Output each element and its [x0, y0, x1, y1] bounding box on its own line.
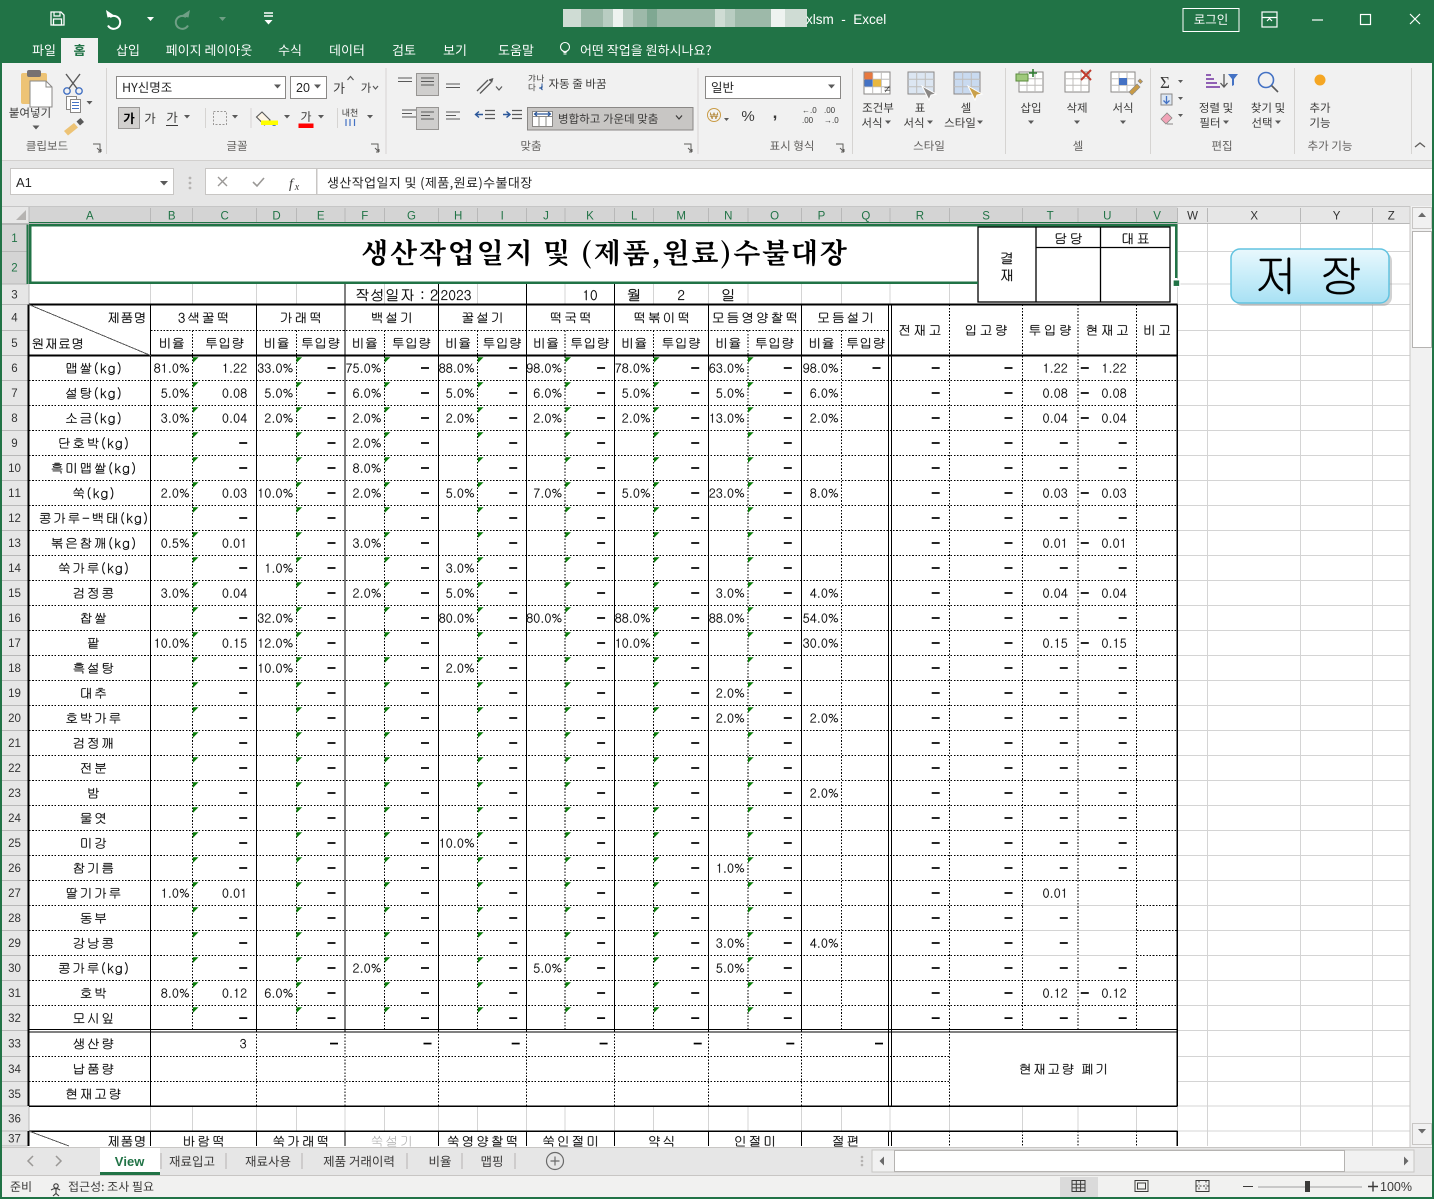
svg-text:J: J — [543, 211, 549, 223]
svg-text:H: H — [454, 211, 462, 223]
svg-text:33: 33 — [8, 1039, 21, 1051]
svg-text:1: 1 — [11, 233, 17, 245]
svg-text:→.0: →.0 — [824, 116, 839, 125]
svg-text:37: 37 — [8, 1134, 21, 1146]
svg-text:View: View — [115, 1154, 146, 1169]
svg-text:U: U — [1103, 211, 1111, 223]
svg-text:4: 4 — [11, 313, 18, 325]
svg-text:35: 35 — [8, 1089, 21, 1101]
svg-text:10: 10 — [8, 463, 21, 475]
svg-text:W: W — [1187, 211, 1198, 223]
svg-text:32: 32 — [8, 1013, 21, 1025]
svg-text:X: X — [1250, 211, 1258, 223]
svg-text:12: 12 — [8, 513, 21, 525]
svg-text:34: 34 — [8, 1064, 21, 1076]
svg-text:T: T — [1047, 211, 1054, 223]
svg-text:11: 11 — [8, 488, 21, 500]
svg-text:20: 20 — [8, 713, 21, 725]
svg-text:D: D — [272, 211, 280, 223]
svg-text:L: L — [631, 211, 638, 223]
svg-text:26: 26 — [8, 863, 21, 875]
svg-text:5: 5 — [11, 338, 17, 350]
svg-text:.00: .00 — [802, 116, 814, 125]
svg-text:28: 28 — [8, 913, 21, 925]
svg-text:N: N — [724, 211, 732, 223]
svg-text:≠: ≠ — [884, 82, 891, 96]
svg-text:9: 9 — [11, 438, 17, 450]
svg-text:Q: Q — [861, 211, 870, 223]
svg-text:2: 2 — [11, 263, 17, 275]
svg-text:24: 24 — [8, 813, 21, 825]
svg-text:6: 6 — [11, 363, 17, 375]
svg-text:22: 22 — [8, 763, 21, 775]
svg-text:C: C — [221, 211, 229, 223]
svg-text:30: 30 — [8, 963, 21, 975]
svg-text:3: 3 — [11, 289, 17, 301]
svg-text:V: V — [1153, 211, 1161, 223]
svg-text:29: 29 — [8, 938, 21, 950]
svg-text:Σ: Σ — [1160, 73, 1170, 92]
svg-text:13: 13 — [8, 538, 21, 550]
svg-text:B: B — [168, 211, 176, 223]
svg-text:,: , — [773, 103, 778, 122]
svg-text:23: 23 — [8, 788, 21, 800]
svg-text:21: 21 — [8, 738, 21, 750]
svg-text:K: K — [586, 211, 594, 223]
svg-text:Z: Z — [1388, 211, 1395, 223]
svg-text:P: P — [818, 211, 826, 223]
svg-text:100%: 100% — [1380, 1180, 1412, 1194]
svg-text:18: 18 — [8, 663, 21, 675]
svg-text:←.0: ←.0 — [802, 106, 817, 115]
svg-text:27: 27 — [8, 888, 21, 900]
svg-text:A1: A1 — [16, 175, 32, 190]
svg-text:20: 20 — [296, 81, 310, 95]
svg-text:Y: Y — [1333, 211, 1341, 223]
svg-text:E: E — [317, 211, 325, 223]
svg-text:8: 8 — [11, 413, 17, 425]
svg-text:25: 25 — [8, 838, 21, 850]
svg-text:19: 19 — [8, 688, 21, 700]
svg-text:I: I — [501, 211, 504, 223]
svg-text:A: A — [86, 211, 94, 223]
svg-text:%: % — [741, 108, 754, 125]
svg-text:.00: .00 — [824, 106, 836, 115]
svg-text:R: R — [916, 211, 924, 223]
svg-text:S: S — [982, 211, 990, 223]
svg-text:7: 7 — [11, 388, 17, 400]
svg-text:14: 14 — [8, 563, 21, 575]
svg-text:17: 17 — [8, 638, 21, 650]
svg-text:x: x — [294, 182, 300, 193]
svg-text:M: M — [676, 211, 686, 223]
svg-text:G: G — [407, 211, 416, 223]
svg-text:xlsm - Excel: xlsm - Excel — [806, 12, 886, 27]
svg-text:36: 36 — [8, 1114, 21, 1126]
svg-text:O: O — [770, 211, 779, 223]
svg-text:16: 16 — [8, 613, 21, 625]
svg-text:₩: ₩ — [710, 111, 719, 121]
svg-text:31: 31 — [8, 988, 21, 1000]
svg-text:15: 15 — [8, 588, 21, 600]
svg-text:F: F — [361, 211, 368, 223]
